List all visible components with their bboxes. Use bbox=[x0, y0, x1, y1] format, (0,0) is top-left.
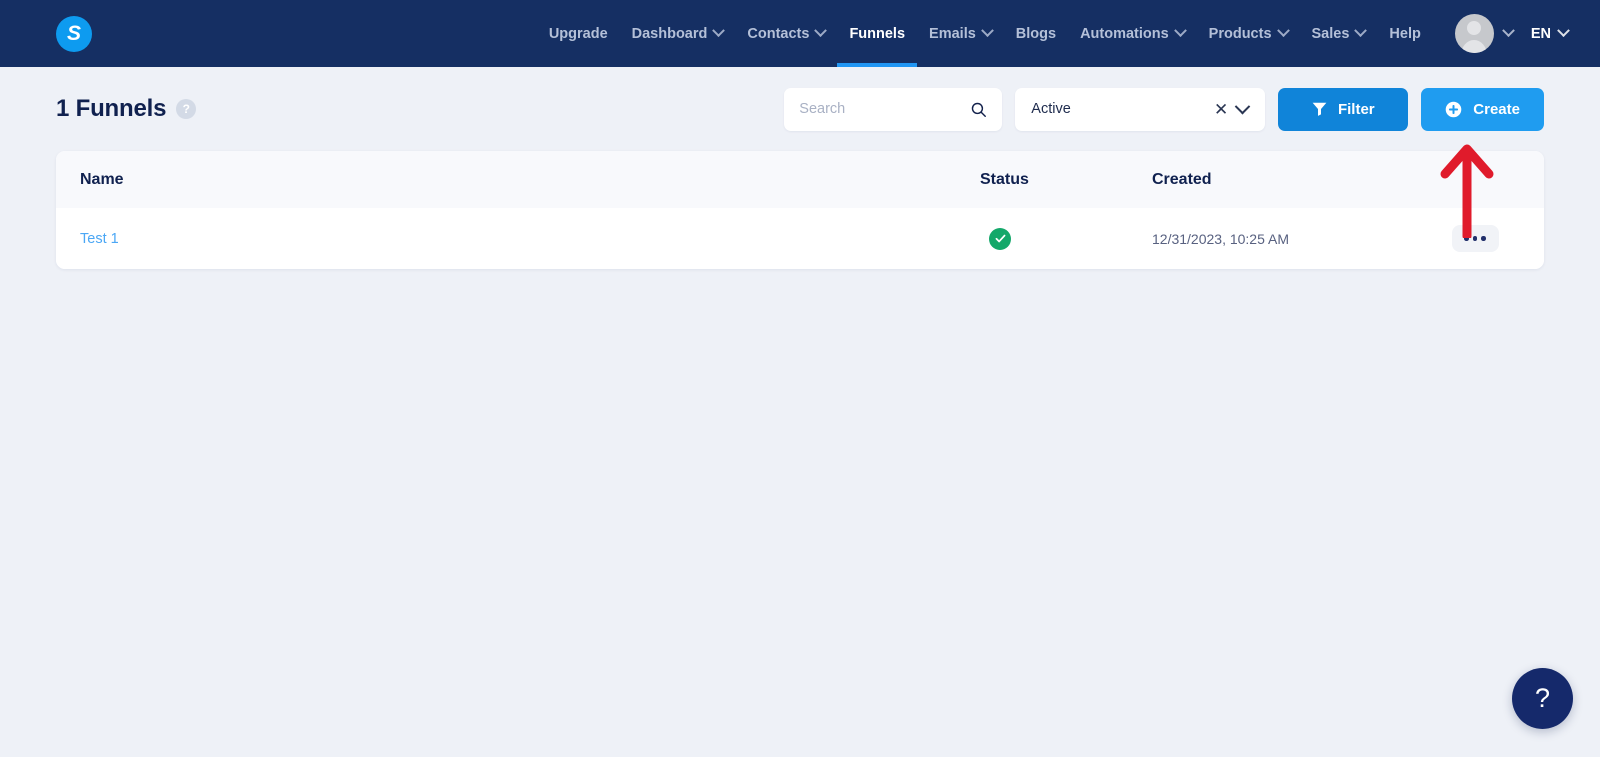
nav-item-dashboard[interactable]: Dashboard bbox=[620, 0, 736, 67]
chevron-down-icon bbox=[1501, 24, 1515, 38]
nav-label: Automations bbox=[1080, 25, 1169, 42]
search-box[interactable] bbox=[784, 87, 1003, 131]
nav-item-funnels[interactable]: Funnels bbox=[837, 0, 917, 67]
nav-item-sales[interactable]: Sales bbox=[1300, 0, 1378, 67]
cell-actions bbox=[1430, 225, 1520, 252]
user-avatar-icon bbox=[1454, 14, 1494, 53]
status-filter-value: Active bbox=[1031, 101, 1071, 117]
check-circle-icon bbox=[989, 227, 1011, 250]
nav-item-automations[interactable]: Automations bbox=[1068, 0, 1197, 67]
nav-label: Upgrade bbox=[548, 25, 608, 42]
table-header-row: Name Status Created bbox=[56, 151, 1544, 208]
filter-button-label: Filter bbox=[1337, 100, 1375, 118]
ellipsis-icon[interactable] bbox=[1451, 225, 1499, 252]
check-icon bbox=[995, 234, 1005, 243]
dot bbox=[1464, 236, 1469, 241]
nav-item-products[interactable]: Products bbox=[1197, 0, 1300, 67]
column-header-status: Status bbox=[980, 170, 1029, 188]
cell-status bbox=[980, 227, 1152, 250]
search-icon[interactable] bbox=[970, 101, 987, 118]
chevron-down-icon bbox=[712, 24, 726, 38]
funnel-icon bbox=[1312, 102, 1327, 116]
plus-circle-icon bbox=[1446, 101, 1462, 117]
nav-item-blogs[interactable]: Blogs bbox=[1004, 0, 1068, 67]
chevron-down-icon[interactable] bbox=[1235, 98, 1251, 114]
nav-label: Sales bbox=[1311, 25, 1350, 42]
dot bbox=[1481, 236, 1486, 241]
nav-label: Funnels bbox=[849, 25, 906, 42]
chevron-down-icon bbox=[1173, 24, 1187, 38]
help-fab-button[interactable]: ? bbox=[1512, 668, 1573, 729]
search-input[interactable] bbox=[799, 101, 971, 117]
nav-item-contacts[interactable]: Contacts bbox=[735, 0, 837, 67]
header-toolbar: Active ✕ Filter Create bbox=[784, 87, 1544, 131]
main-nav: Upgrade Dashboard Contacts Funnels Email… bbox=[537, 0, 1578, 67]
nav-item-help[interactable]: Help bbox=[1377, 0, 1432, 67]
create-button[interactable]: Create bbox=[1421, 87, 1544, 131]
nav-label: Products bbox=[1208, 25, 1272, 42]
nav-label: Dashboard bbox=[631, 25, 708, 42]
nav-right-group: EN bbox=[1447, 14, 1578, 53]
account-menu[interactable] bbox=[1447, 14, 1521, 53]
nav-label: Contacts bbox=[747, 25, 810, 42]
page-title: 1 Funnels bbox=[56, 95, 167, 122]
nav-item-upgrade[interactable]: Upgrade bbox=[537, 0, 620, 67]
nav-label: Help bbox=[1389, 25, 1421, 42]
table-row[interactable]: Test 1 12/31/2023, 10:25 AM bbox=[56, 208, 1544, 269]
brand-logo-letter: S bbox=[66, 22, 81, 45]
page-header: 1 Funnels ? Active ✕ bbox=[56, 67, 1544, 151]
top-navigation-bar: S Upgrade Dashboard Contacts Funnels Ema… bbox=[0, 0, 1600, 67]
dot bbox=[1472, 236, 1478, 241]
chevron-down-icon bbox=[814, 24, 828, 38]
funnel-name-link[interactable]: Test 1 bbox=[80, 231, 119, 247]
chevron-down-icon bbox=[980, 24, 994, 38]
app-root: S Upgrade Dashboard Contacts Funnels Ema… bbox=[0, 0, 1600, 757]
chevron-down-icon bbox=[1557, 24, 1570, 38]
nav-label: Emails bbox=[929, 25, 976, 42]
status-filter-select[interactable]: Active ✕ bbox=[1015, 87, 1266, 131]
column-header-created: Created bbox=[1152, 170, 1212, 188]
brand-logo[interactable]: S bbox=[56, 15, 92, 52]
cell-created: 12/31/2023, 10:25 AM bbox=[1152, 230, 1289, 247]
column-header-name: Name bbox=[80, 170, 124, 188]
cell-name: Test 1 bbox=[80, 230, 980, 248]
help-fab-label: ? bbox=[1534, 683, 1551, 713]
create-button-label: Create bbox=[1473, 100, 1520, 118]
filter-button[interactable]: Filter bbox=[1278, 87, 1409, 131]
page-content: 1 Funnels ? Active ✕ bbox=[0, 67, 1600, 269]
nav-item-emails[interactable]: Emails bbox=[917, 0, 1004, 67]
close-icon[interactable]: ✕ bbox=[1205, 101, 1237, 118]
chevron-down-icon bbox=[1276, 24, 1290, 38]
nav-label: Blogs bbox=[1015, 25, 1057, 42]
language-selector[interactable]: EN bbox=[1521, 24, 1578, 42]
language-label: EN bbox=[1530, 25, 1551, 42]
question-mark-icon[interactable]: ? bbox=[176, 99, 197, 119]
funnels-table: Name Status Created Test 1 12/31/2023, 1… bbox=[56, 151, 1544, 269]
chevron-down-icon bbox=[1354, 24, 1368, 38]
